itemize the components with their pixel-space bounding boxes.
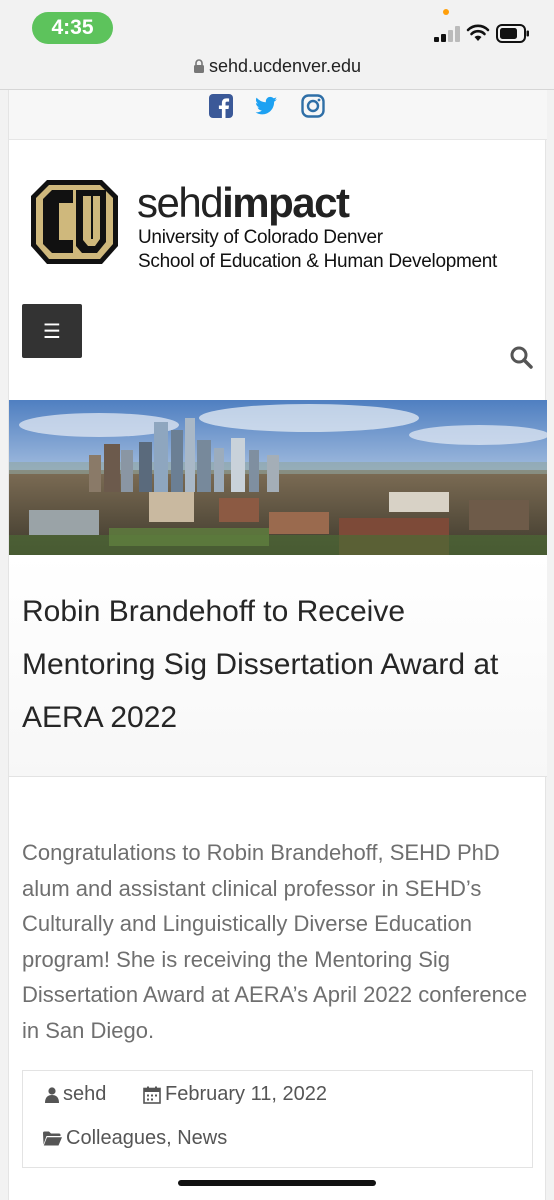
- cellular-signal-icon: [434, 26, 460, 42]
- battery-icon: [496, 24, 529, 43]
- category-link[interactable]: News: [177, 1127, 227, 1150]
- brand-school: School of Education & Human Development: [138, 251, 498, 272]
- brand-wordmark[interactable]: sehdimpact: [137, 179, 350, 226]
- home-indicator[interactable]: [178, 1180, 376, 1186]
- instagram-icon[interactable]: [301, 94, 325, 118]
- calendar-icon: [143, 1086, 161, 1104]
- user-icon: [45, 1086, 59, 1103]
- lock-icon: [193, 59, 204, 73]
- menu-icon: ☰: [43, 320, 61, 343]
- meta-date: February 11, 2022: [143, 1083, 327, 1106]
- date-link[interactable]: February 11, 2022: [165, 1083, 327, 1106]
- article-title-box: Robin Brandehoff to Receive Mentoring Si…: [9, 555, 547, 777]
- twitter-icon[interactable]: [254, 94, 278, 118]
- social-links-bar: [9, 90, 547, 140]
- meta-author: sehd: [45, 1083, 106, 1106]
- page-content: sehdimpact University of Colorado Denver…: [8, 90, 547, 1200]
- brand-light: sehd: [137, 179, 224, 226]
- article-meta: sehd February 11, 2022 Colleagues, News: [22, 1070, 533, 1168]
- address-bar[interactable]: sehd.ucdenver.edu: [0, 56, 554, 77]
- url-text: sehd.ucdenver.edu: [208, 56, 362, 76]
- category-link[interactable]: Colleagues: [66, 1127, 166, 1150]
- article-body: Congratulations to Robin Brandehoff, SEH…: [22, 840, 528, 1043]
- article-title: Robin Brandehoff to Receive Mentoring Si…: [22, 595, 499, 734]
- author-link[interactable]: sehd: [63, 1083, 106, 1106]
- status-time[interactable]: 4:35: [32, 12, 113, 44]
- meta-categories: Colleagues, News: [43, 1127, 227, 1150]
- menu-button[interactable]: ☰: [22, 304, 82, 358]
- category-separator: ,: [166, 1127, 178, 1149]
- wifi-icon: [466, 24, 490, 41]
- search-icon[interactable]: [509, 345, 533, 369]
- folder-icon: [43, 1131, 62, 1146]
- hero-city-image: [9, 400, 547, 555]
- privacy-indicator-dot: [443, 9, 449, 15]
- browser-top-bar: 4:35 sehd.ucdenver.edu: [0, 0, 554, 90]
- facebook-icon[interactable]: [209, 94, 233, 118]
- brand-university: University of Colorado Denver: [138, 227, 383, 248]
- cu-logo[interactable]: [27, 176, 122, 268]
- brand-bold: impact: [222, 179, 350, 226]
